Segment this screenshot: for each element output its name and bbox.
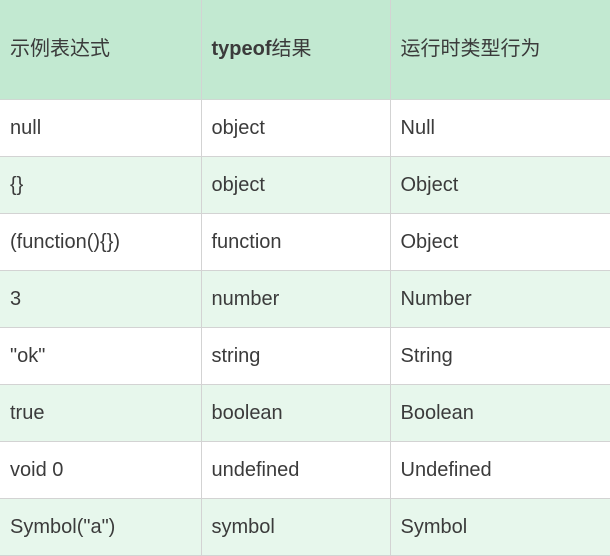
cell-runtime_type: Symbol	[389, 498, 610, 556]
cell-typeof_result: number	[200, 270, 391, 328]
cell-runtime_type: Undefined	[389, 441, 610, 499]
table-row: (function(){}) function Object	[0, 213, 610, 271]
column-header-runtime_type: 运行时类型行为	[389, 0, 610, 100]
cell-expression: Symbol("a")	[0, 498, 202, 556]
cell-runtime_type: Object	[389, 156, 610, 214]
column-header-expression: 示例表达式	[0, 0, 202, 100]
cell-expression: null	[0, 99, 202, 157]
cell-expression: {}	[0, 156, 202, 214]
cell-typeof_result: symbol	[200, 498, 391, 556]
cell-expression: "ok"	[0, 327, 202, 385]
cell-runtime_type: Number	[389, 270, 610, 328]
cell-runtime_type: String	[389, 327, 610, 385]
cell-expression: (function(){})	[0, 213, 202, 271]
cell-expression: 3	[0, 270, 202, 328]
column-header-typeof_result-label: 结果	[271, 38, 312, 61]
table-row: null object Null	[0, 99, 610, 157]
cell-expression: void 0	[0, 441, 202, 499]
column-header-runtime_type-label: 运行时类型行为	[400, 38, 541, 61]
cell-runtime_type: Object	[389, 213, 610, 271]
cell-runtime_type: Boolean	[389, 384, 610, 442]
table-row: Symbol("a") symbol Symbol	[0, 498, 610, 556]
cell-typeof_result: undefined	[200, 441, 391, 499]
table-header-row: 示例表达式 typeof结果 运行时类型行为	[0, 0, 610, 100]
cell-expression: true	[0, 384, 202, 442]
typeof-comparison-table: 示例表达式 typeof结果 运行时类型行为 null object Null{} obj…	[0, 0, 610, 556]
cell-typeof_result: string	[200, 327, 391, 385]
column-header-typeof_result-lead: typeof	[211, 38, 272, 61]
table-row: void 0 undefined Undefined	[0, 441, 610, 499]
table-row: true boolean Boolean	[0, 384, 610, 442]
cell-typeof_result: function	[200, 213, 391, 271]
column-header-expression-label: 示例表达式	[10, 38, 110, 61]
cell-typeof_result: object	[200, 156, 391, 214]
table-row: "ok" string String	[0, 327, 610, 385]
table-row: 3 number Number	[0, 270, 610, 328]
table-row: {} object Object	[0, 156, 610, 214]
cell-typeof_result: object	[200, 99, 391, 157]
cell-runtime_type: Null	[389, 99, 610, 157]
table-body: null object Null{} object Object (function(){…	[0, 99, 610, 556]
column-header-typeof_result: typeof结果	[200, 0, 391, 100]
table-header: 示例表达式 typeof结果 运行时类型行为	[0, 0, 610, 100]
cell-typeof_result: boolean	[200, 384, 391, 442]
